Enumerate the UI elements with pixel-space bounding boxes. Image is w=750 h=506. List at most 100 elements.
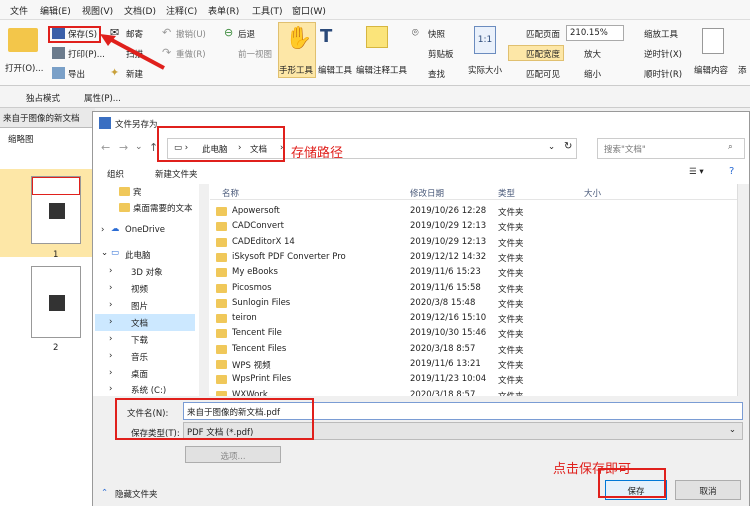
undo-button[interactable]: 撤销(U) xyxy=(176,28,206,40)
expand-chevron-icon[interactable]: › xyxy=(109,317,112,327)
expand-chevron-icon[interactable]: › xyxy=(109,368,112,378)
recent-chevron-icon[interactable]: ⌄ xyxy=(135,142,143,152)
cancel-dialog-button[interactable]: 取消 xyxy=(675,480,741,500)
options-button[interactable]: 选项... xyxy=(185,446,281,463)
back-arrow-icon[interactable]: ← xyxy=(101,141,110,154)
edit-annotation-tool-button[interactable]: 编辑注释工具 xyxy=(356,64,407,76)
file-row[interactable]: WXWork2020/3/18 8:57文件夹 xyxy=(210,388,737,396)
collapse-chevron-icon[interactable]: ⌄ xyxy=(101,248,108,258)
properties-button[interactable]: 属性(P)... xyxy=(84,92,121,104)
page-2-thumbnail[interactable] xyxy=(31,266,81,338)
snapshot-button[interactable]: 快照 xyxy=(428,28,445,40)
menu-window[interactable]: 窗口(W) xyxy=(292,4,326,17)
actual-size-button[interactable]: 实际大小 xyxy=(468,64,502,76)
back-icon[interactable]: ⊖ xyxy=(224,26,233,39)
export-button[interactable]: 导出 xyxy=(68,68,85,80)
fit-page-button[interactable]: 匹配页面 xyxy=(526,28,560,40)
menu-document[interactable]: 文档(D) xyxy=(124,4,156,17)
menu-edit[interactable]: 编辑(E) xyxy=(40,4,71,17)
tree-item-downloads[interactable]: 下载 xyxy=(131,334,148,346)
tree-item-system-c[interactable]: 系统 (C:) xyxy=(131,384,166,396)
expand-chevron-icon[interactable]: › xyxy=(101,225,104,235)
menu-file[interactable]: 文件 xyxy=(10,4,28,17)
tree-item-pictures[interactable]: 图片 xyxy=(131,300,148,312)
edit-text-icon[interactable]: T xyxy=(320,26,332,47)
tree-item-this-pc[interactable]: 此电脑 xyxy=(125,249,151,261)
add-button[interactable]: 添 xyxy=(738,64,747,76)
rotate-ccw-button[interactable]: 逆时针(X) xyxy=(644,48,682,60)
column-size[interactable]: 大小 xyxy=(584,187,601,199)
document-tab[interactable]: 来自于图像的新文档 xyxy=(0,108,95,128)
export-icon[interactable] xyxy=(52,67,65,79)
zoom-tool-button[interactable]: 缩放工具 xyxy=(644,28,678,40)
hide-folders-toggle[interactable]: 隐藏文件夹 xyxy=(115,488,158,500)
expand-chevron-icon[interactable]: › xyxy=(109,351,112,361)
file-row[interactable]: teiron 2019/12/16 15:10 文件夹 xyxy=(210,311,737,326)
actual-size-icon[interactable]: 1:1 xyxy=(474,26,496,54)
tree-item-desktop[interactable]: 桌面 xyxy=(131,368,148,380)
hand-icon[interactable]: ✋ xyxy=(285,26,312,51)
dropdown-chevron-icon[interactable]: ⌄ xyxy=(548,142,555,152)
view-options-icon[interactable]: ☰ ▾ xyxy=(689,167,704,177)
edit-content-button[interactable]: 编辑内容 xyxy=(694,64,728,76)
camera-icon[interactable]: ⌾ xyxy=(412,26,419,40)
new-folder-button[interactable]: 新建文件夹 xyxy=(155,168,198,180)
edit-content-icon[interactable] xyxy=(702,28,724,54)
file-row[interactable]: WPS 视频 2019/11/6 13:21 文件夹 xyxy=(210,357,737,372)
hand-tool-button[interactable]: 手形工具 xyxy=(279,64,313,76)
search-input[interactable]: 搜索"文档" ⌕ xyxy=(597,138,745,159)
refresh-icon[interactable]: ↻ xyxy=(564,141,572,152)
print-icon[interactable] xyxy=(52,47,65,59)
file-row[interactable]: CADConvert 2019/10/29 12:13 文件夹 xyxy=(210,219,737,234)
clipboard-button[interactable]: 剪贴板 xyxy=(428,48,454,60)
tree-item[interactable]: 宾 xyxy=(133,186,142,198)
fit-visible-button[interactable]: 匹配可见 xyxy=(526,68,560,80)
expand-chevron-icon[interactable]: › xyxy=(109,384,112,394)
menu-comment[interactable]: 注释(C) xyxy=(166,4,197,17)
file-row[interactable]: My eBooks 2019/11/6 15:23 文件夹 xyxy=(210,265,737,280)
rotate-cw-button[interactable]: 顺时针(R) xyxy=(644,68,682,80)
redo-button[interactable]: 重做(R) xyxy=(176,48,206,60)
annotation-icon[interactable] xyxy=(366,26,388,48)
column-date[interactable]: 修改日期 xyxy=(410,187,444,199)
tree-scrollbar[interactable] xyxy=(199,184,209,396)
page-1-thumbnail[interactable] xyxy=(31,176,81,244)
column-name[interactable]: 名称 xyxy=(222,187,239,199)
organize-button[interactable]: 组织 xyxy=(107,168,124,180)
tree-item-music[interactable]: 音乐 xyxy=(131,351,148,363)
forward-arrow-icon[interactable]: → xyxy=(119,141,128,154)
menu-tools[interactable]: 工具(T) xyxy=(252,4,283,17)
expand-chevron-icon[interactable]: › xyxy=(109,334,112,344)
expand-chevron-icon[interactable]: › xyxy=(109,266,112,276)
menu-view[interactable]: 视图(V) xyxy=(82,4,113,17)
menu-form[interactable]: 表单(R) xyxy=(208,4,239,17)
column-type[interactable]: 类型 xyxy=(498,187,515,199)
open-folder-icon[interactable] xyxy=(8,28,38,52)
file-row[interactable]: Tencent Files 2020/3/18 8:57 文件夹 xyxy=(210,342,737,357)
tree-item-onedrive[interactable]: OneDrive xyxy=(125,225,165,235)
file-list-scrollbar[interactable] xyxy=(737,184,749,396)
back-button[interactable]: 后退 xyxy=(238,28,255,40)
collapse-icon[interactable]: ⌃ xyxy=(101,488,108,498)
tree-item-documents[interactable]: 文档 xyxy=(131,317,148,329)
expand-chevron-icon[interactable]: › xyxy=(109,300,112,310)
file-row[interactable]: Apowersoft 2019/10/26 12:28 文件夹 xyxy=(210,204,737,219)
file-row[interactable]: Sunlogin Files 2020/3/8 15:48 文件夹 xyxy=(210,296,737,311)
file-row[interactable]: CADEditorX 14 2019/10/29 12:13 文件夹 xyxy=(210,235,737,250)
file-row[interactable]: WpsPrint Files 2019/11/23 10:04 文件夹 xyxy=(210,372,737,387)
file-row[interactable]: Picosmos 2019/11/6 15:58 文件夹 xyxy=(210,281,737,296)
expand-chevron-icon[interactable]: › xyxy=(109,283,112,293)
zoom-in-button[interactable]: 放大 xyxy=(584,48,601,60)
fit-width-button[interactable]: 匹配宽度 xyxy=(526,48,560,60)
help-icon[interactable]: ? xyxy=(729,166,734,177)
file-row[interactable]: iSkysoft PDF Converter Pro 2019/12/12 14:… xyxy=(210,250,737,265)
find-button[interactable]: 查找 xyxy=(428,68,445,80)
edit-tool-button[interactable]: 编辑工具 xyxy=(318,64,352,76)
file-row[interactable]: Tencent File 2019/10/30 15:46 文件夹 xyxy=(210,326,737,341)
tree-item[interactable]: 桌面需要的文本 xyxy=(133,202,193,214)
exclusive-mode-button[interactable]: 独占模式 xyxy=(26,92,60,104)
tree-item-3d[interactable]: 3D 对象 xyxy=(131,266,163,278)
zoom-input[interactable]: 210.15% xyxy=(566,25,624,41)
prev-view-button[interactable]: 前一视图 xyxy=(238,48,272,60)
tree-item-videos[interactable]: 视频 xyxy=(131,283,148,295)
